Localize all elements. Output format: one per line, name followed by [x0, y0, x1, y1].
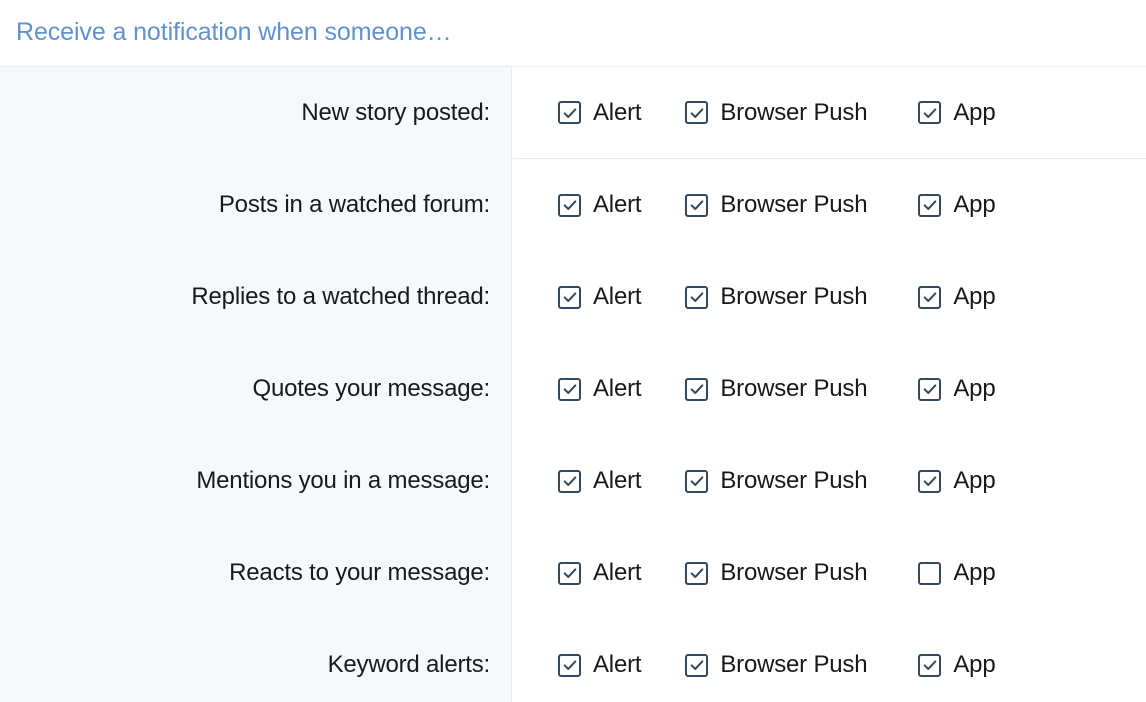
option-label: Alert: [593, 283, 642, 311]
table-row: New story posted: Alert Browser Push App: [0, 67, 1146, 159]
table-row: Replies to a watched thread: Alert Browser…: [0, 251, 1146, 343]
option-browser[interactable]: Browser Push: [685, 651, 868, 679]
option-app[interactable]: App: [918, 375, 996, 403]
option-label: App: [953, 98, 996, 126]
row-options-cell: Alert Browser Push App: [513, 435, 1146, 527]
table-row: Mentions you in a message: Alert Browser P…: [0, 435, 1146, 527]
option-label: Alert: [593, 559, 642, 587]
checkbox-checked-icon[interactable]: [685, 285, 709, 309]
option-app[interactable]: App: [918, 651, 996, 679]
notification-preferences-table: New story posted: Alert Browser Push App Pos…: [0, 67, 1146, 702]
option-label: App: [953, 191, 996, 219]
option-browser[interactable]: Browser Push: [685, 559, 868, 587]
option-label: Alert: [593, 375, 642, 403]
row-options-cell: Alert Browser Push App: [513, 67, 1146, 159]
option-app[interactable]: App: [918, 467, 996, 495]
checkbox-checked-icon[interactable]: [918, 285, 942, 309]
notification-preferences-panel: Receive a notification when someone… New…: [0, 0, 1146, 702]
option-label: Browser Push: [720, 191, 868, 219]
checkbox-checked-icon[interactable]: [685, 653, 709, 677]
table-row: Keyword alerts: Alert Browser Push App: [0, 619, 1146, 702]
page-title: Receive a notification when someone…: [16, 18, 452, 47]
checkbox-checked-icon[interactable]: [685, 469, 709, 493]
option-browser[interactable]: Browser Push: [685, 191, 868, 219]
row-label-cell: New story posted:: [0, 67, 513, 159]
checkbox-checked-icon[interactable]: [685, 561, 709, 585]
option-label: App: [953, 559, 996, 587]
row-label: Keyword alerts:: [327, 651, 491, 679]
option-label: Alert: [593, 467, 642, 495]
checkbox-checked-icon[interactable]: [685, 101, 709, 124]
checkbox-checked-icon[interactable]: [558, 101, 581, 124]
row-options-cell: Alert Browser Push App: [513, 159, 1146, 251]
row-options-cell: Alert Browser Push App: [513, 527, 1146, 619]
option-label: Browser Push: [720, 651, 868, 679]
row-label: Reacts to your message:: [229, 559, 490, 587]
option-alert[interactable]: Alert: [558, 98, 642, 127]
checkbox-checked-icon[interactable]: [918, 377, 942, 401]
option-label: Browser Push: [720, 467, 868, 495]
checkbox-checked-icon[interactable]: [558, 377, 581, 401]
option-label: Browser Push: [720, 283, 868, 311]
row-label-cell: Posts in a watched forum:: [0, 159, 513, 251]
option-alert[interactable]: Alert: [558, 191, 642, 219]
checkbox-checked-icon[interactable]: [918, 653, 942, 677]
row-label: Mentions you in a message:: [196, 467, 490, 495]
checkbox-checked-icon[interactable]: [685, 377, 709, 401]
checkbox-checked-icon[interactable]: [918, 469, 942, 493]
option-browser[interactable]: Browser Push: [685, 283, 868, 311]
checkbox-checked-icon[interactable]: [685, 193, 709, 217]
option-alert[interactable]: Alert: [558, 559, 642, 587]
option-label: Alert: [593, 98, 642, 126]
option-label: Browser Push: [720, 559, 868, 587]
row-label-cell: Reacts to your message:: [0, 527, 513, 619]
option-browser[interactable]: Browser Push: [685, 375, 868, 403]
option-label: App: [953, 651, 996, 679]
option-label: Alert: [593, 191, 642, 219]
option-label: App: [953, 375, 996, 403]
checkbox-checked-icon[interactable]: [558, 561, 581, 585]
row-label-cell: Replies to a watched thread:: [0, 251, 513, 343]
option-app[interactable]: App: [918, 191, 996, 219]
row-label: New story posted:: [301, 99, 490, 127]
table-row: Reacts to your message: Alert Browser Push…: [0, 527, 1146, 619]
option-app[interactable]: App: [918, 283, 996, 311]
option-alert[interactable]: Alert: [558, 283, 642, 311]
checkbox-checked-icon[interactable]: [918, 193, 942, 217]
row-options-cell: Alert Browser Push App: [513, 343, 1146, 435]
option-app[interactable]: App: [918, 559, 996, 587]
option-label: Browser Push: [720, 98, 868, 126]
row-label: Quotes your message:: [252, 375, 491, 403]
row-label: Replies to a watched thread:: [191, 283, 490, 311]
row-label-cell: Mentions you in a message:: [0, 435, 513, 527]
option-label: Alert: [593, 651, 642, 679]
table-rows-container: New story posted: Alert Browser Push App Pos…: [0, 67, 1146, 702]
checkbox-unchecked-icon[interactable]: [918, 561, 942, 585]
table-row: Posts in a watched forum: Alert Browser Pu…: [0, 159, 1146, 251]
row-label-cell: Quotes your message:: [0, 343, 513, 435]
option-browser[interactable]: Browser Push: [685, 467, 868, 495]
option-label: App: [953, 283, 996, 311]
checkbox-checked-icon[interactable]: [918, 101, 942, 124]
option-app[interactable]: App: [918, 98, 996, 127]
row-label-cell: Keyword alerts:: [0, 619, 513, 702]
checkbox-checked-icon[interactable]: [558, 469, 581, 493]
option-label: Browser Push: [720, 375, 868, 403]
option-browser[interactable]: Browser Push: [685, 98, 868, 127]
option-alert[interactable]: Alert: [558, 651, 642, 679]
option-alert[interactable]: Alert: [558, 375, 642, 403]
checkbox-checked-icon[interactable]: [558, 285, 581, 309]
table-row: Quotes your message: Alert Browser Push App: [0, 343, 1146, 435]
checkbox-checked-icon[interactable]: [558, 653, 581, 677]
option-alert[interactable]: Alert: [558, 467, 642, 495]
panel-header: Receive a notification when someone…: [0, 0, 1146, 67]
checkbox-checked-icon[interactable]: [558, 193, 581, 217]
option-label: App: [953, 467, 996, 495]
row-options-cell: Alert Browser Push App: [513, 619, 1146, 702]
row-label: Posts in a watched forum:: [218, 191, 490, 219]
row-options-cell: Alert Browser Push App: [513, 251, 1146, 343]
